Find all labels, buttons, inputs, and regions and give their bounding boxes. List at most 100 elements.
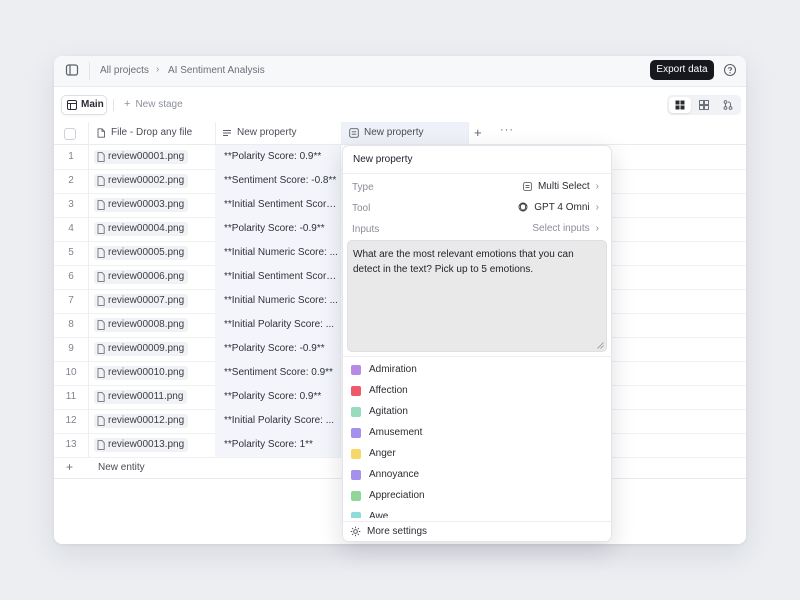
file-cell[interactable]: review00004.png: [89, 217, 216, 241]
property-cell[interactable]: **Initial Sentiment Score...: [215, 265, 341, 289]
resize-grip-icon[interactable]: [597, 342, 604, 349]
header-property-1[interactable]: New property: [215, 122, 342, 144]
tool-label: Tool: [352, 203, 371, 214]
inputs-select[interactable]: Select inputs ›: [532, 223, 599, 234]
property-cell[interactable]: **Initial Polarity Score: ...: [215, 409, 341, 433]
header-property-2[interactable]: New property: [342, 122, 469, 144]
file-chip[interactable]: review00003.png: [94, 198, 189, 212]
property-cell[interactable]: **Initial Sentiment Score...: [215, 193, 341, 217]
multi-select-icon: [523, 182, 532, 191]
option-label: Annoyance: [369, 469, 420, 480]
plus-icon: +: [124, 98, 131, 110]
new-entity-label: New entity: [98, 462, 145, 473]
color-swatch: [351, 365, 361, 375]
option-label: Agitation: [369, 406, 408, 417]
breadcrumb-current-project[interactable]: AI Sentiment Analysis: [168, 65, 265, 76]
table-view-button[interactable]: [669, 97, 691, 113]
option-label: Awe: [369, 511, 389, 518]
property-cell[interactable]: **Polarity Score: -0.9**: [215, 337, 341, 361]
file-chip[interactable]: review00006.png: [94, 270, 189, 284]
option-label: Anger: [369, 448, 396, 459]
file-chip[interactable]: review00004.png: [94, 222, 189, 236]
type-value: Multi Select: [537, 181, 590, 192]
file-chip[interactable]: review00007.png: [94, 294, 189, 308]
file-chip[interactable]: review00013.png: [94, 438, 189, 452]
property-cell[interactable]: **Polarity Score: 1**: [215, 433, 341, 457]
file-icon: [97, 296, 105, 306]
file-chip[interactable]: review00008.png: [94, 318, 189, 332]
property-cell[interactable]: **Sentiment Score: 0.9**: [215, 361, 341, 385]
color-swatch: [351, 407, 361, 417]
add-column-icon[interactable]: +: [474, 126, 482, 140]
prompt-textarea[interactable]: What are the most relevant emotions that…: [347, 240, 607, 352]
table-view-icon: [675, 100, 685, 110]
file-cell[interactable]: review00001.png: [89, 145, 216, 169]
file-cell[interactable]: review00008.png: [89, 313, 216, 337]
table-icon: [67, 100, 77, 110]
file-icon: [97, 320, 105, 330]
file-chip[interactable]: review00010.png: [94, 366, 189, 380]
file-icon: [97, 152, 105, 162]
property-cell[interactable]: **Initial Numeric Score: ...: [215, 241, 341, 265]
file-icon: [97, 176, 105, 186]
file-cell[interactable]: review00005.png: [89, 241, 216, 265]
file-name: review00005.png: [108, 247, 185, 258]
header-file[interactable]: File - Drop any file: [89, 122, 216, 144]
file-cell[interactable]: review00002.png: [89, 169, 216, 193]
file-chip[interactable]: review00011.png: [94, 390, 188, 404]
color-swatch: [351, 491, 361, 501]
file-chip[interactable]: review00012.png: [94, 414, 189, 428]
top-bar: All projects › AI Sentiment Analysis Exp…: [54, 56, 746, 87]
option-label: Appreciation: [369, 490, 425, 501]
file-cell[interactable]: review00006.png: [89, 265, 216, 289]
file-chip[interactable]: review00005.png: [94, 246, 189, 260]
popover-divider: [343, 173, 611, 174]
popover-title[interactable]: New property: [353, 154, 412, 165]
grid-view-button[interactable]: [693, 97, 715, 113]
more-settings-button[interactable]: More settings: [343, 521, 611, 541]
breadcrumb-separator: ›: [156, 64, 160, 75]
file-icon: [97, 416, 105, 426]
file-cell[interactable]: review00011.png: [89, 385, 216, 409]
color-swatch: [351, 386, 361, 396]
file-chip[interactable]: review00001.png: [94, 150, 189, 164]
property-cell[interactable]: **Polarity Score: -0.9**: [215, 217, 341, 241]
color-swatch: [351, 512, 361, 518]
file-name: review00013.png: [108, 439, 185, 450]
export-data-button[interactable]: Export data: [650, 60, 714, 80]
property-cell[interactable]: **Polarity Score: 0.9**: [215, 385, 341, 409]
tab-main[interactable]: Main: [61, 95, 107, 115]
tool-select[interactable]: GPT 4 Omni ›: [518, 202, 599, 213]
file-cell[interactable]: review00007.png: [89, 289, 216, 313]
property-cell[interactable]: **Sentiment Score: -0.8**: [215, 169, 341, 193]
type-select[interactable]: Multi Select ›: [523, 181, 599, 192]
property-cell[interactable]: **Initial Numeric Score: ...: [215, 289, 341, 313]
more-options-icon[interactable]: ···: [500, 124, 514, 136]
file-name: review00003.png: [108, 199, 185, 210]
file-cell[interactable]: review00012.png: [89, 409, 216, 433]
help-icon[interactable]: [723, 63, 737, 77]
file-chip[interactable]: review00002.png: [94, 174, 189, 188]
file-cell[interactable]: review00003.png: [89, 193, 216, 217]
file-cell[interactable]: review00013.png: [89, 433, 216, 457]
new-stage-button[interactable]: + New stage: [124, 98, 183, 110]
inputs-label: Inputs: [352, 224, 380, 235]
new-stage-label: New stage: [135, 99, 183, 110]
row-index: 11: [54, 385, 89, 409]
property-cell[interactable]: **Polarity Score: 0.9**: [215, 145, 341, 169]
file-name: review00001.png: [108, 151, 185, 162]
header-property-1-label: New property: [237, 127, 297, 138]
header-property-2-label: New property: [364, 127, 424, 138]
sidebar-toggle-icon[interactable]: [65, 63, 79, 77]
breadcrumb-all-projects[interactable]: All projects: [100, 65, 149, 76]
view-switcher: [667, 95, 741, 115]
select-all-checkbox[interactable]: [64, 128, 76, 140]
file-cell[interactable]: review00009.png: [89, 337, 216, 361]
row-index: 8: [54, 313, 89, 337]
file-cell[interactable]: review00010.png: [89, 361, 216, 385]
color-swatch: [351, 428, 361, 438]
file-chip[interactable]: review00009.png: [94, 342, 189, 356]
property-cell[interactable]: **Initial Polarity Score: ...: [215, 313, 341, 337]
table-header: File - Drop any file New property New pr…: [54, 122, 746, 145]
workflow-view-button[interactable]: [717, 97, 739, 113]
